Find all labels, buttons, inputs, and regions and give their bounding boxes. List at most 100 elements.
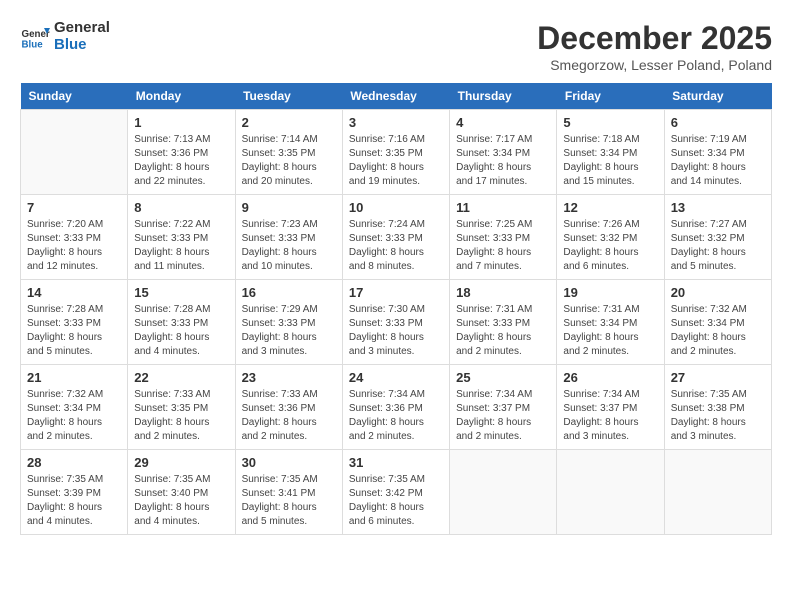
day-number: 4 — [456, 115, 550, 130]
col-header-monday: Monday — [128, 83, 235, 110]
svg-text:Blue: Blue — [22, 39, 44, 50]
day-number: 10 — [349, 200, 443, 215]
day-cell: 21 Sunrise: 7:32 AM Sunset: 3:34 PM Dayli… — [21, 365, 128, 450]
day-info: Sunrise: 7:27 AM Sunset: 3:32 PM Dayligh… — [671, 218, 765, 274]
day-cell: 28 Sunrise: 7:35 AM Sunset: 3:39 PM Dayli… — [21, 450, 128, 535]
day-cell: 20 Sunrise: 7:32 AM Sunset: 3:34 PM Dayli… — [664, 280, 771, 365]
day-number: 27 — [671, 370, 765, 385]
col-header-wednesday: Wednesday — [342, 83, 449, 110]
week-row-1: 1 Sunrise: 7:13 AM Sunset: 3:36 PM Daylig… — [21, 110, 772, 195]
day-number: 11 — [456, 200, 550, 215]
day-cell: 30Sunrise: 7:35 AM Sunset: 3:41 PM Dayli… — [235, 450, 342, 535]
day-cell: 18Sunrise: 7:31 AM Sunset: 3:33 PM Dayli… — [450, 280, 557, 365]
day-info: Sunrise: 7:31 AM Sunset: 3:33 PM Dayligh… — [456, 303, 550, 359]
day-info: Sunrise: 7:34 AM Sunset: 3:37 PM Dayligh… — [456, 388, 550, 444]
day-number: 19 — [563, 285, 657, 300]
day-cell — [557, 450, 664, 535]
day-info: Sunrise: 7:13 AM Sunset: 3:36 PM Dayligh… — [134, 133, 228, 189]
col-header-thursday: Thursday — [450, 83, 557, 110]
day-cell: 31 Sunrise: 7:35 AM Sunset: 3:42 PM Dayli… — [342, 450, 449, 535]
day-number: 2 — [242, 115, 336, 130]
day-number: 25 — [456, 370, 550, 385]
day-info: Sunrise: 7:26 AM Sunset: 3:32 PM Dayligh… — [563, 218, 657, 274]
day-cell: 22 Sunrise: 7:33 AM Sunset: 3:35 PM Dayli… — [128, 365, 235, 450]
header-row: SundayMondayTuesdayWednesdayThursdayFrid… — [21, 83, 772, 110]
col-header-saturday: Saturday — [664, 83, 771, 110]
day-info: Sunrise: 7:30 AM Sunset: 3:33 PM Dayligh… — [349, 303, 443, 359]
day-number: 12 — [563, 200, 657, 215]
day-number: 6 — [671, 115, 765, 130]
day-cell: 19Sunrise: 7:31 AM Sunset: 3:34 PM Dayli… — [557, 280, 664, 365]
day-cell: 17 Sunrise: 7:30 AM Sunset: 3:33 PM Dayli… — [342, 280, 449, 365]
day-number: 13 — [671, 200, 765, 215]
day-info: Sunrise: 7:35 AM Sunset: 3:42 PM Dayligh… — [349, 473, 443, 529]
day-number: 29 — [134, 455, 228, 470]
day-info: Sunrise: 7:16 AM Sunset: 3:35 PM Dayligh… — [349, 133, 443, 189]
logo-general: General — [54, 20, 110, 37]
day-info: Sunrise: 7:18 AM Sunset: 3:34 PM Dayligh… — [563, 133, 657, 189]
day-info: Sunrise: 7:23 AM Sunset: 3:33 PM Dayligh… — [242, 218, 336, 274]
day-number: 14 — [27, 285, 121, 300]
day-number: 30 — [242, 455, 336, 470]
day-number: 7 — [27, 200, 121, 215]
day-cell — [450, 450, 557, 535]
col-header-sunday: Sunday — [21, 83, 128, 110]
day-number: 22 — [134, 370, 228, 385]
day-cell: 9 Sunrise: 7:23 AM Sunset: 3:33 PM Daylig… — [235, 195, 342, 280]
logo-blue: Blue — [54, 37, 110, 54]
day-cell: 2 Sunrise: 7:14 AM Sunset: 3:35 PM Daylig… — [235, 110, 342, 195]
month-title: December 2025 — [537, 20, 772, 57]
day-info: Sunrise: 7:32 AM Sunset: 3:34 PM Dayligh… — [671, 303, 765, 359]
day-cell: 1 Sunrise: 7:13 AM Sunset: 3:36 PM Daylig… — [128, 110, 235, 195]
day-cell: 26Sunrise: 7:34 AM Sunset: 3:37 PM Dayli… — [557, 365, 664, 450]
day-info: Sunrise: 7:22 AM Sunset: 3:33 PM Dayligh… — [134, 218, 228, 274]
day-info: Sunrise: 7:29 AM Sunset: 3:33 PM Dayligh… — [242, 303, 336, 359]
day-number: 16 — [242, 285, 336, 300]
logo: General Blue General Blue — [20, 20, 110, 53]
day-number: 1 — [134, 115, 228, 130]
day-info: Sunrise: 7:17 AM Sunset: 3:34 PM Dayligh… — [456, 133, 550, 189]
day-number: 31 — [349, 455, 443, 470]
day-cell: 27 Sunrise: 7:35 AM Sunset: 3:38 PM Dayli… — [664, 365, 771, 450]
logo-icon: General Blue — [20, 22, 50, 52]
day-number: 17 — [349, 285, 443, 300]
day-info: Sunrise: 7:19 AM Sunset: 3:34 PM Dayligh… — [671, 133, 765, 189]
day-info: Sunrise: 7:14 AM Sunset: 3:35 PM Dayligh… — [242, 133, 336, 189]
day-info: Sunrise: 7:28 AM Sunset: 3:33 PM Dayligh… — [27, 303, 121, 359]
day-number: 21 — [27, 370, 121, 385]
day-cell: 13 Sunrise: 7:27 AM Sunset: 3:32 PM Dayli… — [664, 195, 771, 280]
day-cell: 14 Sunrise: 7:28 AM Sunset: 3:33 PM Dayli… — [21, 280, 128, 365]
week-row-4: 21 Sunrise: 7:32 AM Sunset: 3:34 PM Dayli… — [21, 365, 772, 450]
week-row-2: 7Sunrise: 7:20 AM Sunset: 3:33 PM Daylig… — [21, 195, 772, 280]
title-block: December 2025 Smegorzow, Lesser Poland, … — [537, 20, 772, 73]
day-info: Sunrise: 7:34 AM Sunset: 3:36 PM Dayligh… — [349, 388, 443, 444]
day-info: Sunrise: 7:24 AM Sunset: 3:33 PM Dayligh… — [349, 218, 443, 274]
day-number: 5 — [563, 115, 657, 130]
week-row-5: 28 Sunrise: 7:35 AM Sunset: 3:39 PM Dayli… — [21, 450, 772, 535]
day-number: 28 — [27, 455, 121, 470]
day-cell — [21, 110, 128, 195]
day-number: 24 — [349, 370, 443, 385]
location-subtitle: Smegorzow, Lesser Poland, Poland — [537, 57, 772, 73]
day-info: Sunrise: 7:33 AM Sunset: 3:36 PM Dayligh… — [242, 388, 336, 444]
day-info: Sunrise: 7:35 AM Sunset: 3:39 PM Dayligh… — [27, 473, 121, 529]
day-number: 26 — [563, 370, 657, 385]
day-cell: 15Sunrise: 7:28 AM Sunset: 3:33 PM Dayli… — [128, 280, 235, 365]
day-cell: 12 Sunrise: 7:26 AM Sunset: 3:32 PM Dayli… — [557, 195, 664, 280]
day-cell: 25 Sunrise: 7:34 AM Sunset: 3:37 PM Dayli… — [450, 365, 557, 450]
day-number: 20 — [671, 285, 765, 300]
calendar-table: SundayMondayTuesdayWednesdayThursdayFrid… — [20, 83, 772, 535]
day-cell: 3 Sunrise: 7:16 AM Sunset: 3:35 PM Daylig… — [342, 110, 449, 195]
day-info: Sunrise: 7:33 AM Sunset: 3:35 PM Dayligh… — [134, 388, 228, 444]
day-cell: 23Sunrise: 7:33 AM Sunset: 3:36 PM Dayli… — [235, 365, 342, 450]
day-number: 3 — [349, 115, 443, 130]
day-cell: 5 Sunrise: 7:18 AM Sunset: 3:34 PM Daylig… — [557, 110, 664, 195]
day-number: 15 — [134, 285, 228, 300]
day-info: Sunrise: 7:35 AM Sunset: 3:38 PM Dayligh… — [671, 388, 765, 444]
day-number: 8 — [134, 200, 228, 215]
day-cell: 6 Sunrise: 7:19 AM Sunset: 3:34 PM Daylig… — [664, 110, 771, 195]
day-info: Sunrise: 7:32 AM Sunset: 3:34 PM Dayligh… — [27, 388, 121, 444]
day-cell — [664, 450, 771, 535]
day-number: 9 — [242, 200, 336, 215]
day-cell: 11Sunrise: 7:25 AM Sunset: 3:33 PM Dayli… — [450, 195, 557, 280]
